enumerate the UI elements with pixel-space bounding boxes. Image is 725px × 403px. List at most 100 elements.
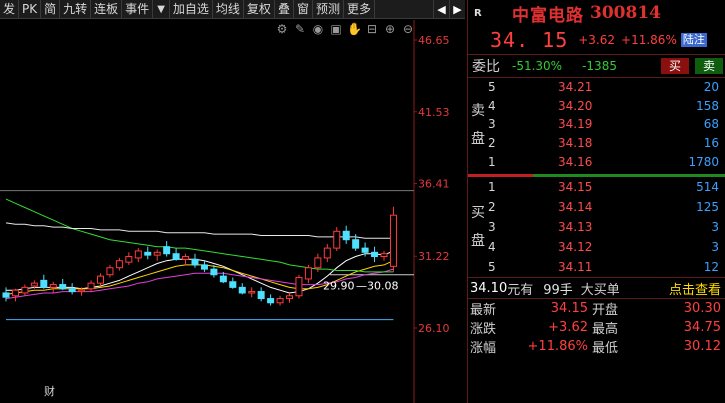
candle-body: [87, 282, 95, 290]
ask-row[interactable]: 2 34.18 16: [488, 134, 725, 153]
quote-stats: 最新 34.15 开盘 30.30 涨跌 +3.62 最高 34.75 涨幅 +11.86% 最低 3…: [468, 299, 725, 356]
y-axis-label: 41.53: [418, 106, 450, 119]
quote-label: 涨跌: [470, 322, 497, 337]
candle-body: [389, 214, 397, 267]
candle-body: [144, 251, 152, 256]
toolbar-button-jian[interactable]: 简: [41, 0, 61, 19]
bid-price: 34.12: [558, 240, 593, 254]
ask-row[interactable]: 5 34.21 20: [488, 78, 725, 97]
candle-body: [172, 253, 180, 260]
bid-volume: 514: [696, 180, 719, 194]
zoom-out-icon[interactable]: ⊖: [401, 22, 415, 36]
toolbar-button-window[interactable]: 窗: [294, 0, 313, 19]
toolbar-button-fa[interactable]: 发: [0, 0, 20, 19]
ask-row[interactable]: 4 34.20 158: [488, 97, 725, 116]
toolbar-button-more[interactable]: 更多: [344, 0, 375, 19]
bid-label-2: 盘: [471, 233, 485, 249]
candle-body: [106, 267, 114, 276]
nav-prev-icon[interactable]: ◀: [433, 0, 449, 19]
candle-body: [2, 292, 10, 298]
quote-value: +3.62: [548, 320, 588, 335]
eye-icon[interactable]: ◉: [311, 22, 325, 36]
toolbar-button-lianban[interactable]: 连板: [91, 0, 123, 19]
ask-rows: 5 34.21 20 4 34.20 158 3 34.19 68 2 34.18 16 1 34.16 1…: [488, 78, 725, 171]
candle-body: [286, 295, 293, 300]
minus-icon[interactable]: ⊟: [365, 22, 379, 36]
bid-row[interactable]: 2 34.14 125: [488, 197, 725, 217]
badge-zhu: 注: [693, 33, 705, 46]
camera-icon[interactable]: ▣: [329, 22, 343, 36]
order-ratio-pct: -51.30%: [512, 59, 563, 73]
quote-label: 涨幅: [470, 341, 497, 356]
ask-volume: 20: [703, 80, 719, 95]
kline-chart[interactable]: 46.65 41.53 36.41 31.22 26.10 29.90 30.08— ⚙ ✎…: [0, 20, 465, 403]
candle-body: [210, 268, 218, 276]
candle-body: [191, 258, 199, 266]
stock-connect-badge: 陆注: [680, 33, 707, 47]
bid-label-1: 买: [471, 205, 485, 221]
y-axis-label: 26.10: [418, 322, 450, 335]
toolbar-button-adjust[interactable]: 复权: [244, 0, 275, 19]
big-trade-volume: 99手: [543, 282, 573, 298]
ask-label-1: 卖: [471, 102, 485, 119]
candle-body: [125, 256, 133, 263]
toolbar-button-ma[interactable]: 均线: [213, 0, 244, 19]
draw-icon[interactable]: ✎: [293, 22, 307, 36]
kline-chart-svg[interactable]: 46.65 41.53 36.41 31.22 26.10 29.90 30.08—: [0, 20, 465, 403]
candle-body: [229, 281, 237, 288]
ask-volume: 16: [703, 136, 719, 151]
toolbar-button-pk[interactable]: PK: [19, 0, 42, 19]
financial-report-marker[interactable]: 财: [44, 383, 55, 399]
candle-body: [182, 256, 190, 260]
candle-body: [276, 298, 284, 304]
view-details-link[interactable]: 点击查看: [669, 279, 721, 298]
big-trade-price: 34.10: [470, 280, 508, 296]
sell-button[interactable]: 卖: [694, 58, 723, 74]
nav-next-icon[interactable]: ▶: [449, 0, 465, 19]
bid-price: 34.13: [558, 220, 593, 234]
toolbar-button-jiuzhuan[interactable]: 九转: [60, 0, 92, 19]
quote-panel: R 中富电路 300814 34. 15 +3.62 +11.86% 陆注 委比…: [467, 0, 725, 403]
annotation-label: 29.90: [323, 280, 355, 293]
candle-body: [21, 286, 29, 294]
bid-rows: 1 34.15 514 2 34.14 125 3 34.13 3 4 34.12 3 5 34.11 12: [488, 177, 725, 277]
chart-tool-icons: ⚙ ✎ ◉ ▣ ✋ ⊟ ⊕ ⊖: [275, 22, 415, 36]
bid-row[interactable]: 5 34.11 12: [488, 257, 725, 277]
quote-label: 最低: [592, 341, 619, 356]
y-axis-label: 46.65: [418, 34, 450, 47]
hand-icon[interactable]: ✋: [347, 22, 362, 36]
bid-book: 买 盘 1 34.15 514 2 34.14 125 3 34.13 3 4 34.12 3 5 34.…: [468, 177, 725, 277]
toolbar-button-overlay[interactable]: 叠: [275, 0, 294, 19]
bid-volume: 3: [711, 220, 719, 234]
ask-price: 34.18: [558, 136, 593, 151]
zoom-in-icon[interactable]: ⊕: [383, 22, 397, 36]
ask-row[interactable]: 3 34.19 68: [488, 115, 725, 134]
toolbar-button-shijian[interactable]: 事件: [122, 0, 154, 19]
bid-side-label: 买 盘: [468, 177, 488, 277]
bid-row[interactable]: 4 34.12 3: [488, 237, 725, 257]
bid-row[interactable]: 3 34.13 3: [488, 217, 725, 237]
price-change-pct: +11.86%: [621, 33, 677, 47]
bid-level: 4: [488, 240, 496, 254]
candle-body: [40, 279, 48, 288]
ask-price: 34.20: [558, 98, 593, 113]
candle-body: [163, 246, 171, 255]
bid-volume: 3: [711, 240, 719, 254]
price-change: +3.62: [578, 33, 616, 47]
ask-level: 2: [488, 136, 496, 151]
ask-row[interactable]: 1 34.16 1780: [488, 152, 725, 171]
big-trade-row: 34.10 元有 99手 大买单 点击查看: [468, 277, 725, 299]
candle-body: [200, 264, 208, 270]
quote-value: 30.12: [683, 339, 721, 354]
candle-body: [323, 247, 331, 259]
events-dropdown-arrow-icon[interactable]: ▼: [153, 0, 170, 19]
ask-volume: 1780: [688, 154, 719, 169]
bid-row[interactable]: 1 34.15 514: [488, 177, 725, 197]
toolbar-button-add-watchlist[interactable]: 加自选: [170, 0, 213, 19]
candle-body: [219, 275, 227, 283]
toolbar-button-forecast[interactable]: 预测: [313, 0, 344, 19]
buy-button[interactable]: 买: [660, 58, 689, 74]
gear-icon[interactable]: ⚙: [275, 22, 289, 36]
quote-label: 最高: [592, 322, 619, 337]
candle-body: [267, 298, 275, 304]
